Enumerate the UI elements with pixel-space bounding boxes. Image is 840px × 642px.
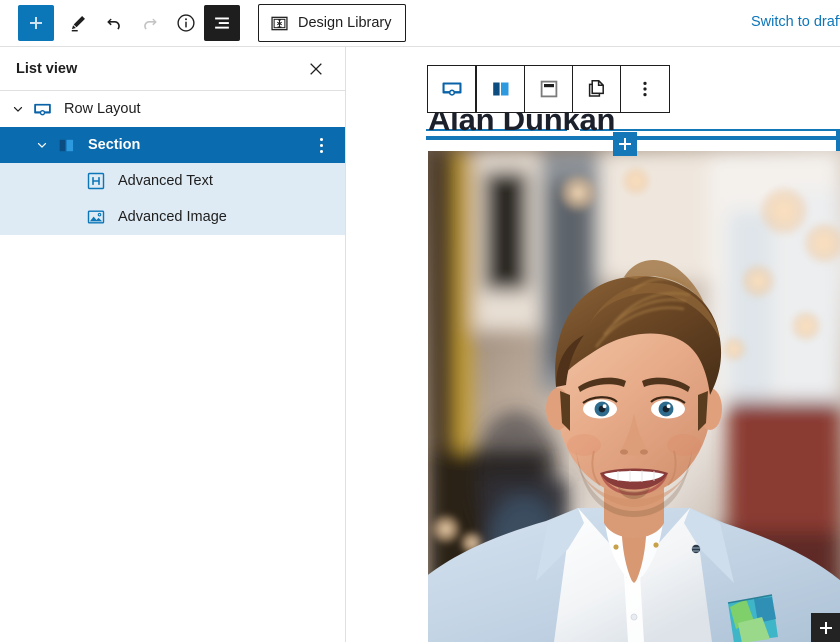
pencil-icon: [67, 12, 89, 34]
change-block-type-button[interactable]: [428, 66, 476, 112]
section-icon: [54, 133, 78, 157]
details-button[interactable]: [168, 5, 204, 41]
redo-button[interactable]: [132, 5, 168, 41]
tree-item-advanced-image[interactable]: Advanced Image: [0, 199, 345, 235]
plus-icon: [619, 138, 631, 150]
section-block-button[interactable]: [477, 66, 525, 112]
bottom-inserter-button[interactable]: [811, 613, 840, 642]
redo-icon: [139, 12, 161, 34]
inline-inserter-button[interactable]: [613, 132, 637, 156]
close-list-view-button[interactable]: [303, 56, 329, 82]
info-icon: [175, 12, 197, 34]
duplicate-icon: [585, 77, 609, 101]
list-view-toggle-button[interactable]: [204, 5, 240, 41]
close-icon: [306, 59, 326, 79]
tree-item-row-layout[interactable]: Row Layout: [0, 91, 345, 127]
chevron-down-icon: [35, 138, 49, 152]
advanced-text-icon: [84, 169, 108, 193]
design-library-icon: [270, 14, 289, 33]
list-view-header: List view: [0, 47, 345, 91]
duplicate-button[interactable]: [573, 66, 621, 112]
portrait-image-block[interactable]: [428, 151, 840, 642]
row-layout-icon: [30, 97, 54, 121]
undo-icon: [103, 12, 125, 34]
more-options-button[interactable]: [621, 66, 669, 112]
dot: [320, 150, 323, 153]
dot: [320, 138, 323, 141]
section-selection-edge: [836, 129, 840, 151]
list-view-sidebar: List view Row Layout: [0, 47, 346, 642]
expand-chevron-row-layout[interactable]: [6, 97, 30, 121]
align-top-icon: [537, 77, 561, 101]
chevron-down-icon: [11, 102, 25, 116]
tree-item-label: Row Layout: [64, 101, 141, 117]
tree-item-label: Advanced Text: [118, 173, 213, 189]
plus-icon: [30, 17, 42, 29]
design-library-label: Design Library: [298, 15, 392, 31]
editor-header: Design Library Switch to draft: [0, 0, 840, 47]
tree-item-options-button[interactable]: [311, 134, 331, 156]
block-toolbar: [427, 65, 670, 113]
section-icon: [489, 77, 513, 101]
tree-item-section[interactable]: Section: [0, 127, 345, 163]
undo-button[interactable]: [96, 5, 132, 41]
row-layout-icon: [440, 77, 464, 101]
block-tree: Row Layout Section: [0, 91, 345, 235]
dot: [320, 144, 323, 147]
tree-item-label: Advanced Image: [118, 209, 227, 225]
plus-icon: [820, 622, 832, 634]
tree-item-advanced-text[interactable]: Advanced Text: [0, 163, 345, 199]
align-button[interactable]: [525, 66, 573, 112]
portrait-photo: [428, 151, 840, 642]
design-library-button[interactable]: Design Library: [258, 4, 406, 42]
tree-item-label: Section: [88, 137, 140, 153]
expand-chevron-section[interactable]: [30, 133, 54, 157]
more-vertical-icon: [633, 77, 657, 101]
tools-pencil-button[interactable]: [60, 5, 96, 41]
add-block-button[interactable]: [18, 5, 54, 41]
list-view-title: List view: [16, 61, 77, 77]
advanced-image-icon: [84, 205, 108, 229]
list-view-icon: [211, 12, 233, 34]
editor-canvas: Alan Dunkan: [347, 47, 840, 642]
switch-to-draft-button[interactable]: Switch to draft: [751, 14, 840, 30]
section-selection-line-right: [580, 129, 840, 131]
